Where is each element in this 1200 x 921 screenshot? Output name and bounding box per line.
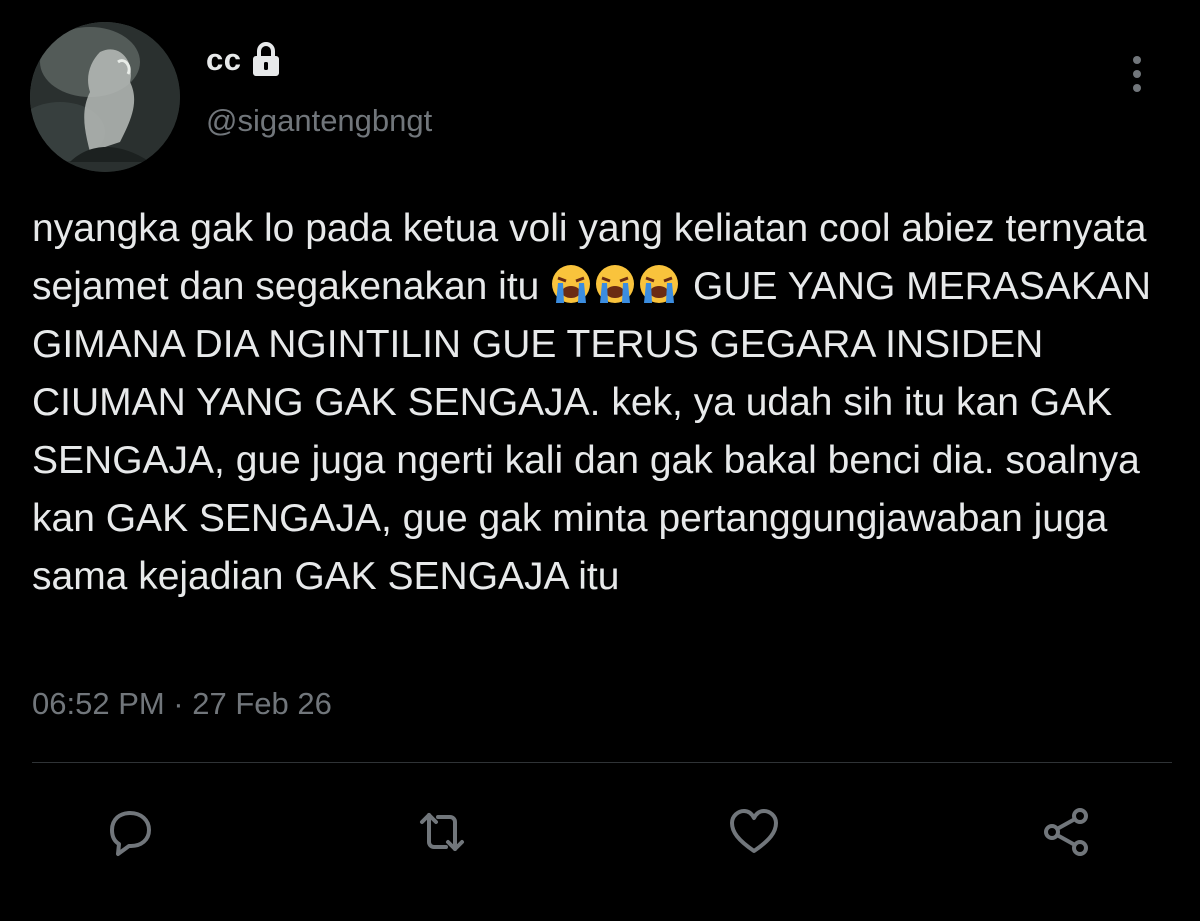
loudly-crying-face-icon [550,263,592,305]
loudly-crying-face-icon [638,263,680,305]
loudly-crying-face-icon [594,263,636,305]
like-icon [730,809,778,853]
reply-button[interactable] [100,802,160,862]
display-name[interactable]: cc [206,42,241,78]
avatar-image [30,22,180,172]
tweet-detail: cc @sigantengbngt nyangka gak lo pada ke… [0,0,1200,921]
tweet-timestamp[interactable]: 06:52 PM · 27 Feb 26 [32,686,332,722]
avatar[interactable] [30,22,180,172]
share-icon [1044,808,1088,856]
like-button[interactable] [724,802,784,862]
display-name-row: cc [206,38,283,82]
divider [32,762,1172,763]
retweet-button[interactable] [412,802,472,862]
tweet-text-part-2: GUE YANG MERASAKAN GIMANA DIA NGINTILIN … [32,265,1162,598]
reply-icon [110,811,151,856]
share-button[interactable] [1036,802,1096,862]
lock-icon [249,40,283,80]
user-handle[interactable]: @sigantengbngt [206,103,432,139]
retweet-icon [420,813,464,851]
tweet-text: nyangka gak lo pada ketua voli yang keli… [32,200,1182,606]
more-options-icon[interactable] [1122,52,1152,96]
